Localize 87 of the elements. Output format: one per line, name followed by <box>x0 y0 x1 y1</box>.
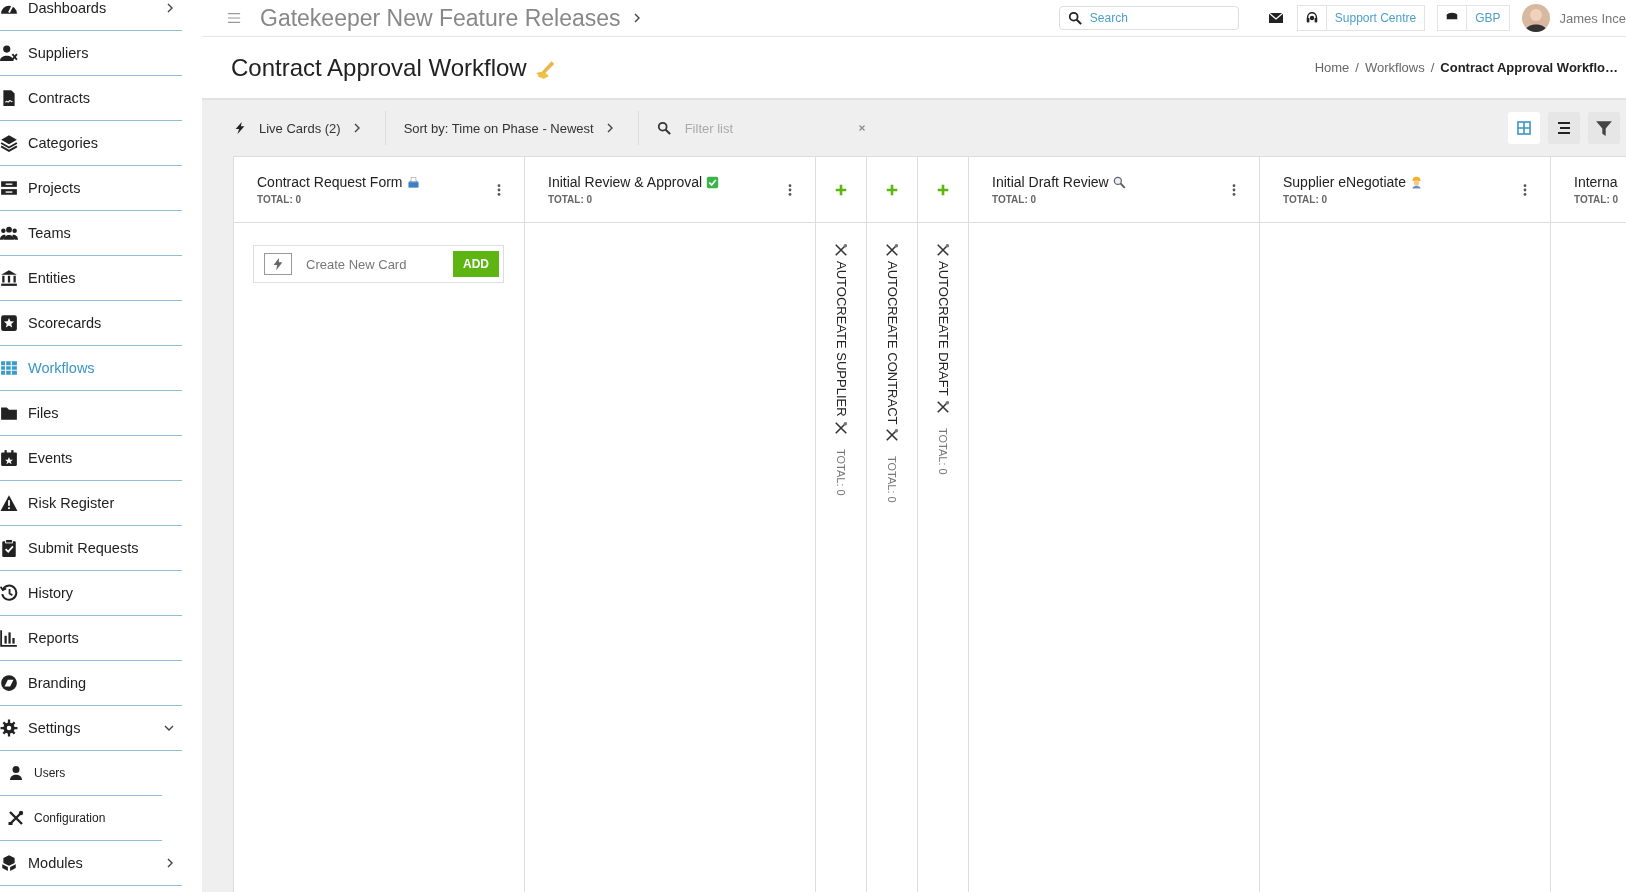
tools-icon <box>834 420 848 435</box>
mail-icon <box>1266 10 1285 26</box>
column-total: TOTAL: 0 <box>937 427 949 475</box>
tools-icon <box>885 428 899 443</box>
user-name[interactable]: James Ince <box>1559 10 1626 26</box>
column-title: Contract Request Form <box>257 174 403 190</box>
column-title: Supplier eNegotiate <box>1283 174 1406 190</box>
automation-label: AUTOCREATE DRAFT <box>935 261 951 396</box>
bolt-icon <box>271 257 285 271</box>
sidebar-item[interactable]: Projects <box>0 166 182 211</box>
sort-button[interactable]: Sort by: Time on Phase - Newest <box>403 120 614 136</box>
bar-chart-icon <box>0 629 18 647</box>
sidebar-item[interactable]: Configuration <box>0 796 162 841</box>
sidebar-item[interactable]: Entities <box>0 256 182 301</box>
sidebar-item[interactable]: Risk Register <box>0 481 182 526</box>
worker-icon <box>1410 175 1423 189</box>
sidebar-item[interactable]: Branding <box>0 661 182 706</box>
plus-icon <box>936 182 950 197</box>
sidebar-item[interactable]: Suppliers <box>0 31 182 76</box>
column-title: Interna <box>1574 174 1618 190</box>
sidebar-item[interactable]: Scorecards <box>0 301 182 346</box>
plus-icon <box>834 182 848 197</box>
filter-field[interactable]: Filter list <box>682 119 837 137</box>
chevron-icon <box>605 123 614 133</box>
sidebar-item[interactable]: Contracts <box>0 76 182 121</box>
live-cards-button[interactable]: Live Cards (2) <box>233 120 361 136</box>
cube-icon <box>0 854 18 872</box>
chevron-icon <box>352 123 361 133</box>
checkbox-icon <box>706 175 720 189</box>
user-wrench-icon <box>0 44 18 62</box>
sidebar-item[interactable]: Settings <box>0 706 182 751</box>
search-icon <box>1067 11 1082 25</box>
workspace-title[interactable]: Gatekeeper New Feature Releases <box>260 4 621 32</box>
column-total: TOTAL: 0 <box>992 194 1038 205</box>
sidebar-item[interactable]: Files <box>0 391 182 436</box>
sidebar-item[interactable]: Submit Requests <box>0 526 182 571</box>
avatar[interactable] <box>1521 4 1550 32</box>
search-icon <box>656 121 671 135</box>
grid-view-button[interactable] <box>1508 112 1540 144</box>
column-title: Initial Draft Review <box>992 174 1109 190</box>
sidebar-item[interactable]: Dashboards <box>0 0 182 31</box>
sidebar-item[interactable]: Reports <box>0 616 182 661</box>
breadcrumb-separator: / <box>1355 60 1359 75</box>
bank-icon <box>0 269 18 287</box>
sidebar-item[interactable]: Teams <box>0 211 182 256</box>
sidebar-item[interactable]: Users <box>0 751 162 796</box>
column-title: Initial Review & Approval <box>548 174 703 190</box>
tools-icon <box>936 399 950 414</box>
sidebar-item[interactable]: Categories <box>0 121 182 166</box>
ballot-box-icon <box>406 175 420 189</box>
page-title: Contract Approval Workflow <box>231 53 527 82</box>
tools-icon <box>8 810 24 826</box>
tools-icon <box>834 243 848 257</box>
breadcrumb[interactable]: Home <box>1314 60 1350 75</box>
filter-button[interactable] <box>1588 112 1620 144</box>
grid-icon <box>1517 121 1531 135</box>
column-total: TOTAL: 0 <box>886 456 898 504</box>
users-icon <box>0 224 18 242</box>
close-icon <box>856 123 867 133</box>
list-icon <box>1557 121 1571 135</box>
user-icon <box>8 765 24 781</box>
tools-icon <box>885 243 899 257</box>
bolt-icon <box>233 120 247 136</box>
sidebar-item[interactable]: Events <box>0 436 182 481</box>
plus-icon <box>885 182 899 197</box>
column-total: TOTAL: 0 <box>257 194 303 205</box>
headset-icon <box>1304 11 1319 25</box>
sidebar-item[interactable]: History <box>0 571 182 616</box>
chevron-icon <box>632 13 641 23</box>
list-view-button[interactable] <box>1548 112 1580 144</box>
column-total: TOTAL: 0 <box>548 194 594 205</box>
layers-icon <box>0 134 18 152</box>
breadcrumb[interactable]: Workflows <box>1364 60 1425 75</box>
magnifier-icon <box>1112 175 1126 189</box>
column-total: TOTAL: 0 <box>1574 194 1620 205</box>
folder-icon <box>0 404 18 422</box>
breadcrumb: Contract Approval Workflo… <box>1440 60 1618 75</box>
column-total: TOTAL: 0 <box>835 448 847 496</box>
sidebar-item[interactable]: Modules <box>0 841 182 886</box>
automation-label: AUTOCREATE CONTRACT <box>884 261 900 425</box>
filter-icon <box>1595 119 1613 137</box>
breadcrumb-separator: / <box>1430 60 1435 75</box>
column-total: TOTAL: 0 <box>1283 194 1329 205</box>
automation-label: AUTOCREATE SUPPLIER <box>833 261 849 417</box>
menu-icon <box>226 11 242 25</box>
tools-icon <box>936 243 950 257</box>
clock-icon <box>0 584 18 602</box>
